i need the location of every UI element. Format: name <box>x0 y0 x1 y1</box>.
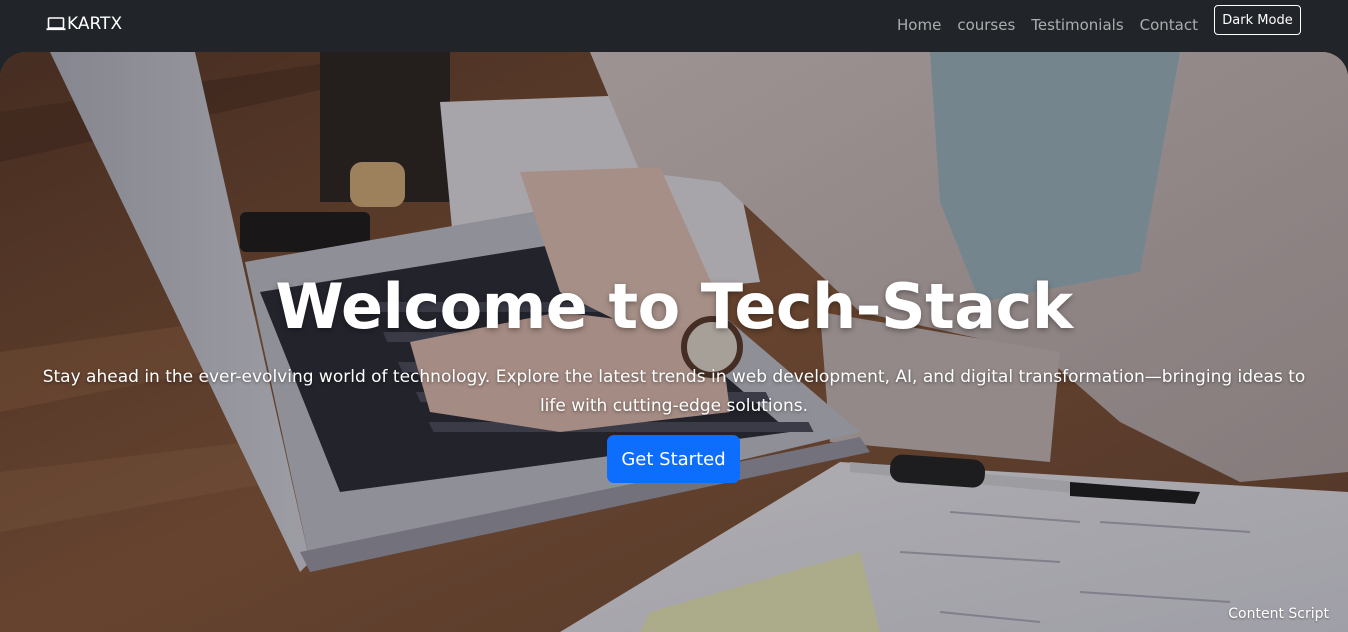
hero-title: Welcome to Tech-Stack <box>275 270 1073 343</box>
hero-subtitle: Stay ahead in the ever-evolving world of… <box>42 367 1306 416</box>
get-started-button[interactable]: Get Started <box>607 435 740 483</box>
laptop-icon <box>46 16 67 32</box>
nav-link-courses[interactable]: courses <box>949 14 1023 36</box>
brand-name: KARTX <box>67 14 123 34</box>
navbar: KARTX Home courses Testimonials Contact … <box>0 0 1348 52</box>
dark-mode-button[interactable]: Dark Mode <box>1214 5 1301 35</box>
nav-links: Home courses Testimonials Contact <box>889 14 1206 36</box>
nav-link-contact[interactable]: Contact <box>1132 14 1206 36</box>
nav-link-testimonials[interactable]: Testimonials <box>1023 14 1131 36</box>
nav-link-home[interactable]: Home <box>889 14 949 36</box>
hero-section: Welcome to Tech-Stack Stay ahead in the … <box>0 52 1348 632</box>
content-script-badge: Content Script <box>1228 606 1329 622</box>
brand-link[interactable]: KARTX <box>46 14 122 34</box>
